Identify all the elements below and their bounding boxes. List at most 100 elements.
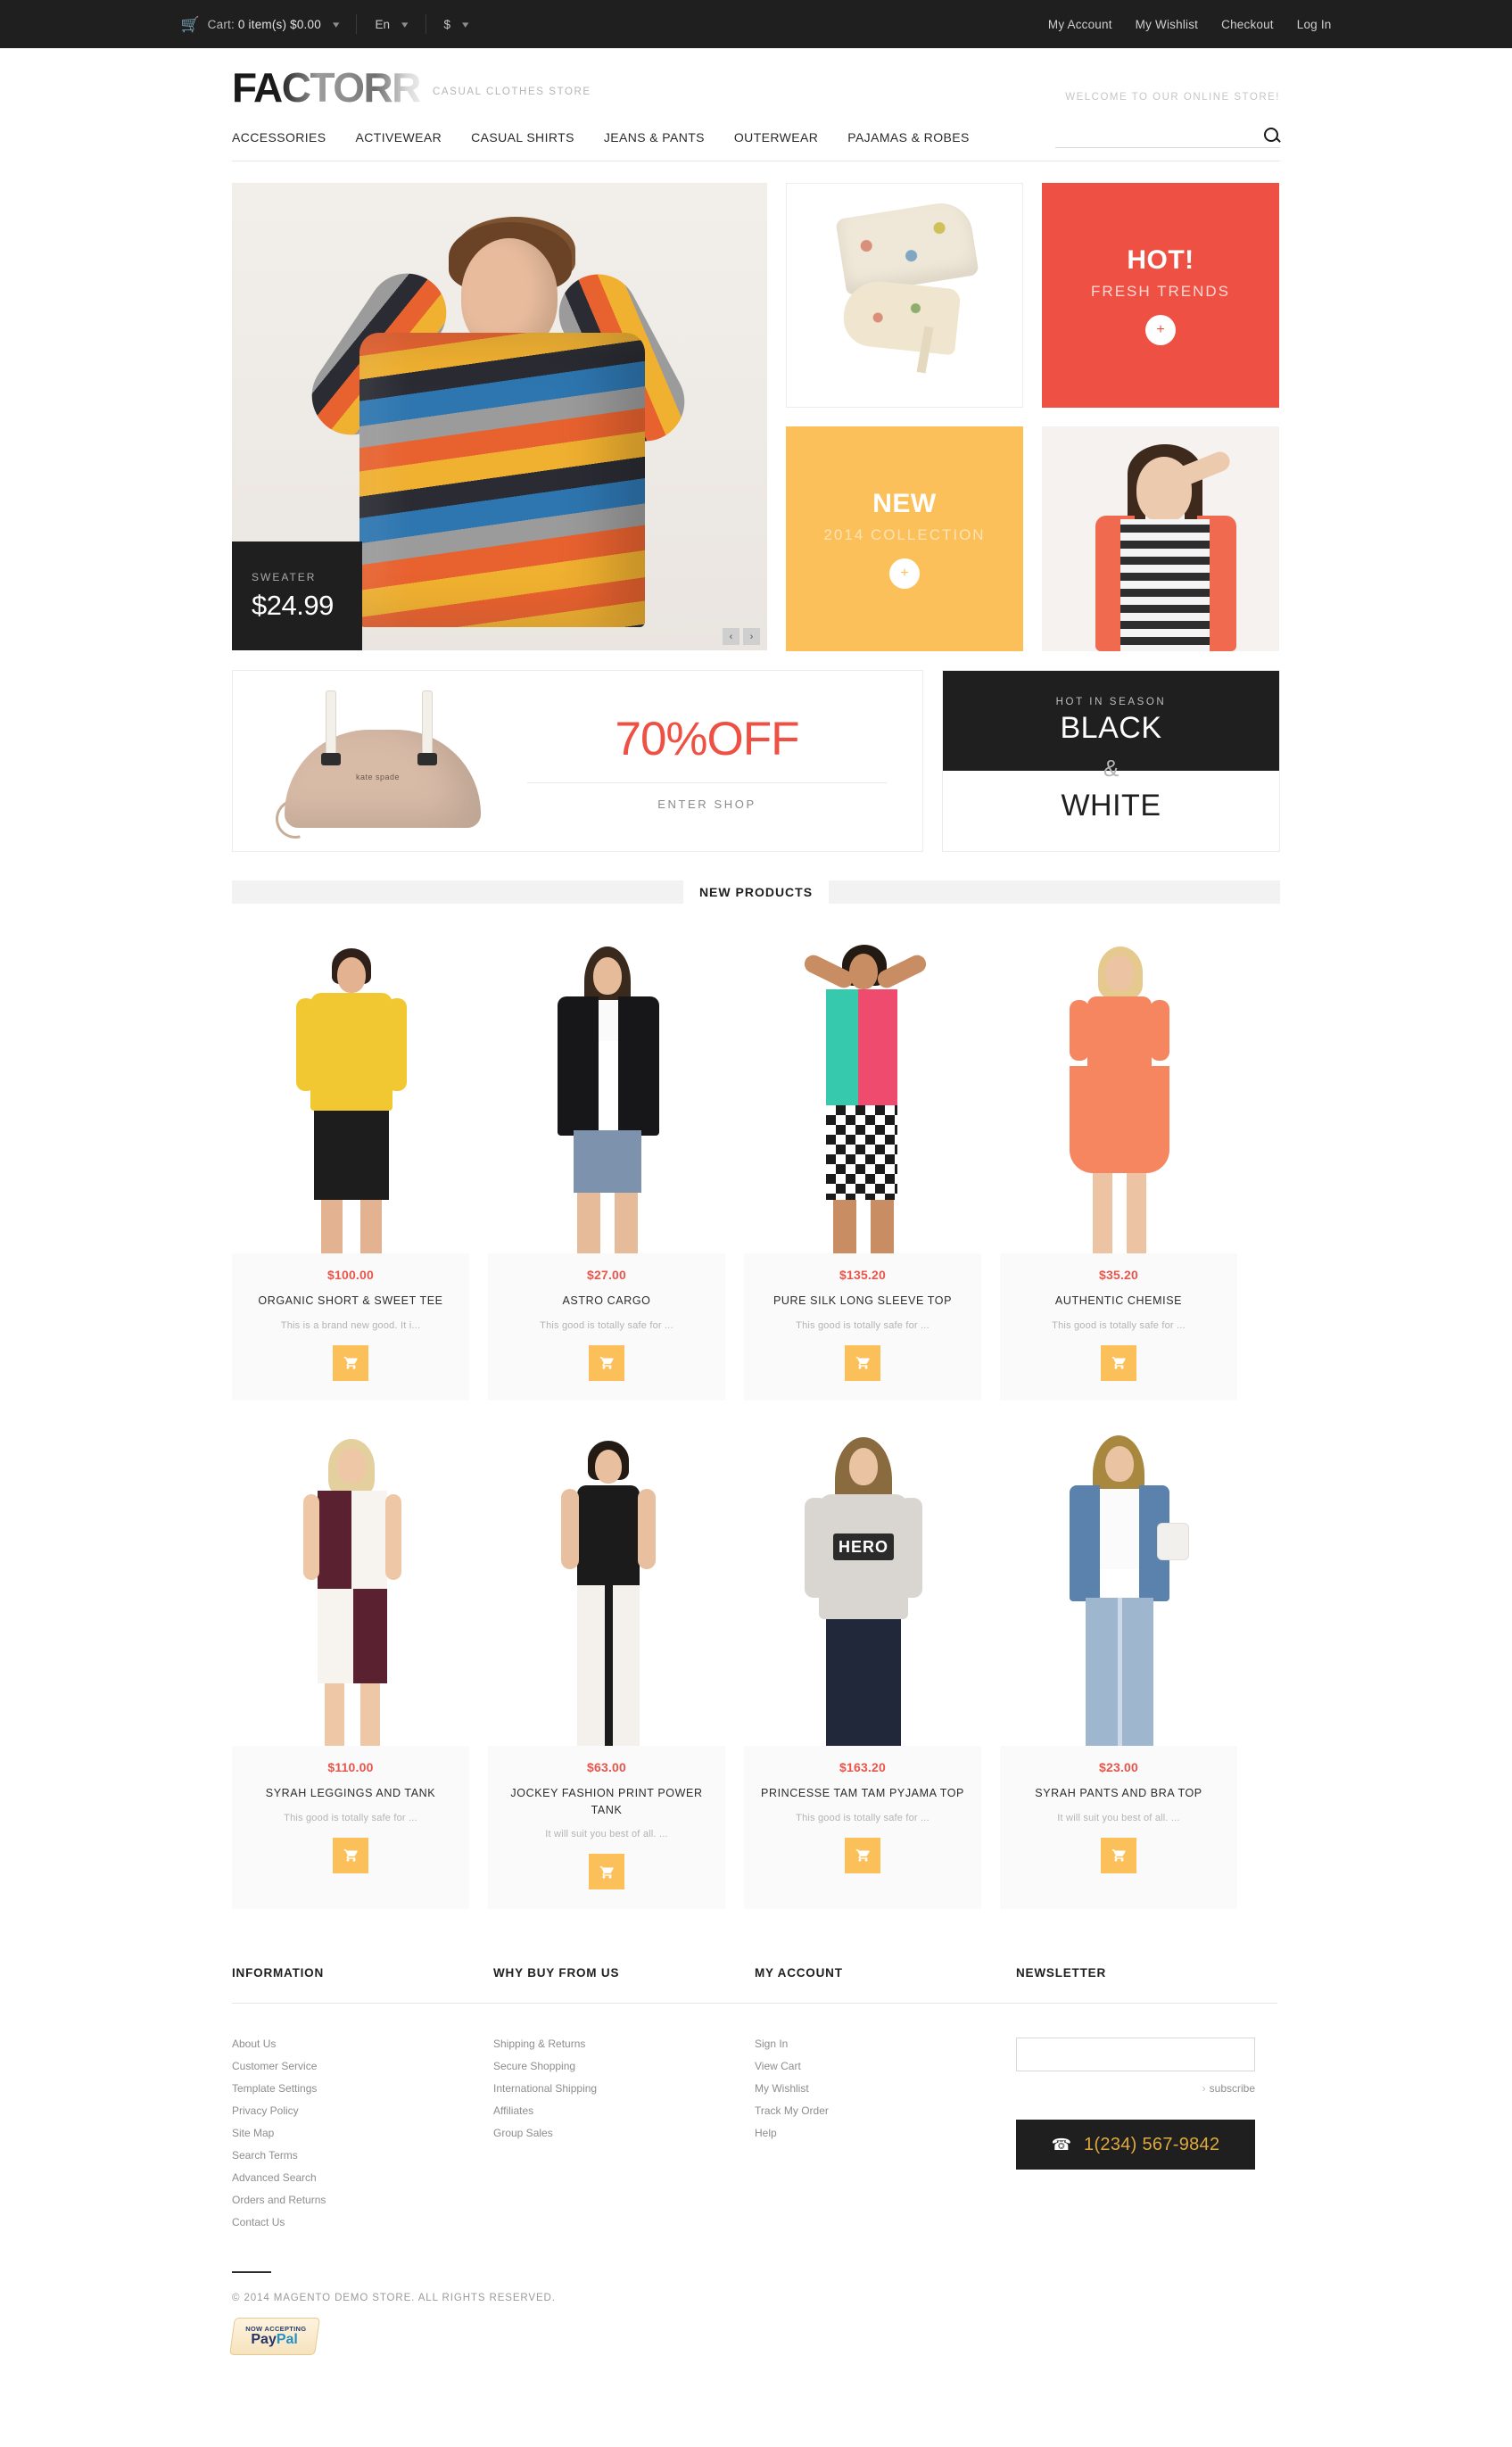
footer-link-advanced-search[interactable]: Advanced Search — [232, 2171, 493, 2184]
tile-new-collection[interactable]: NEW 2014 COLLECTION + — [786, 426, 1023, 651]
footer-link-view-cart[interactable]: View Cart — [755, 2060, 1016, 2072]
footer-link-my-wishlist[interactable]: My Wishlist — [755, 2082, 1016, 2095]
product-price: $23.00 — [1098, 1759, 1139, 1774]
language-selector[interactable]: En ▾ — [375, 17, 408, 31]
slider-prev-button[interactable]: ‹ — [723, 628, 739, 645]
promo-cta[interactable]: ENTER SHOP — [657, 798, 756, 811]
footer-link-site-map[interactable]: Site Map — [232, 2127, 493, 2139]
product-image[interactable] — [1000, 1418, 1237, 1746]
add-to-cart-button[interactable] — [333, 1344, 368, 1381]
paypal-word-pay: Pay — [251, 2332, 277, 2348]
footer-link-template-settings[interactable]: Template Settings — [232, 2082, 493, 2095]
product-name[interactable]: ASTRO CARGO — [497, 1293, 716, 1310]
currency-selector[interactable]: $ ▾ — [443, 17, 469, 31]
slider-next-button[interactable]: › — [743, 628, 760, 645]
hero-slider[interactable]: SWEATER $24.99 ‹ › — [232, 183, 767, 650]
footer-link-affiliates[interactable]: Affiliates — [493, 2104, 755, 2117]
footer-link-secure-shopping[interactable]: Secure Shopping — [493, 2060, 755, 2072]
product-card[interactable]: HERO $163.20 PRINCESSE TAM TAM PYJAMA TO… — [744, 1418, 981, 1910]
tile-hot-fresh-trends[interactable]: HOT! FRESH TRENDS + — [1042, 183, 1279, 408]
nav-item-casual-shirts[interactable]: CASUAL SHIRTS — [471, 130, 574, 145]
product-image[interactable] — [744, 927, 981, 1253]
product-card[interactable]: $27.00 ASTRO CARGO This good is totally … — [488, 927, 725, 1401]
footer-link-group-sales[interactable]: Group Sales — [493, 2127, 755, 2139]
tile-hot-plus-icon[interactable]: + — [1145, 315, 1176, 345]
product-card[interactable]: $23.00 SYRAH PANTS AND BRA TOP It will s… — [1000, 1418, 1237, 1910]
product-image[interactable] — [232, 927, 469, 1253]
product-name[interactable]: JOCKEY FASHION PRINT POWER TANK — [497, 1785, 716, 1819]
product-card[interactable]: $63.00 JOCKEY FASHION PRINT POWER TANK I… — [488, 1418, 725, 1910]
add-to-cart-button[interactable] — [845, 1837, 880, 1873]
subscribe-label: subscribe — [1209, 2082, 1255, 2096]
newsletter-email-input[interactable] — [1016, 2038, 1255, 2072]
product-card[interactable]: $135.20 PURE SILK LONG SLEEVE TOP This g… — [744, 927, 981, 1401]
footer-link-privacy-policy[interactable]: Privacy Policy — [232, 2104, 493, 2117]
product-card[interactable]: $110.00 SYRAH LEGGINGS AND TANK This goo… — [232, 1418, 469, 1910]
cart-label: Cart: — [207, 17, 235, 31]
search-input[interactable] — [1055, 128, 1263, 142]
add-to-cart-button[interactable] — [589, 1854, 624, 1890]
tile-new-plus-icon[interactable]: + — [889, 558, 920, 589]
link-checkout[interactable]: Checkout — [1221, 18, 1274, 31]
top-bar: 🛒 Cart: 0 item(s) $0.00 ▾ En ▾ $ ▾ My Ac… — [0, 0, 1512, 48]
tile-shoes-image[interactable] — [786, 183, 1023, 408]
footer-link-help[interactable]: Help — [755, 2127, 1016, 2139]
nav-item-activewear[interactable]: ACTIVEWEAR — [356, 130, 442, 145]
add-to-cart-button[interactable] — [845, 1344, 880, 1381]
nav-item-accessories[interactable]: ACCESSORIES — [232, 130, 326, 145]
tile-new-title: NEW — [872, 489, 937, 518]
divider — [527, 781, 887, 783]
product-image[interactable] — [488, 1418, 725, 1746]
product-card[interactable]: $35.20 AUTHENTIC CHEMISE This good is to… — [1000, 927, 1237, 1401]
product-image[interactable]: HERO — [744, 1418, 981, 1746]
footer-link-about-us[interactable]: About Us — [232, 2038, 493, 2050]
footer-link-sign-in[interactable]: Sign In — [755, 2038, 1016, 2050]
product-image[interactable] — [1000, 927, 1237, 1253]
cart-chevron-down-icon[interactable]: ▾ — [333, 19, 339, 30]
tile-model-image[interactable] — [1042, 426, 1279, 651]
page-title: NEW PRODUCTS — [698, 885, 814, 899]
product-name[interactable]: SYRAH LEGGINGS AND TANK — [241, 1785, 460, 1802]
footer-link-shipping-returns[interactable]: Shipping & Returns — [493, 2038, 755, 2050]
add-to-cart-button[interactable] — [1101, 1837, 1136, 1873]
promo-sale-banner[interactable]: kate spade 70%OFF ENTER SHOP — [232, 670, 923, 852]
site-footer: INFORMATION About Us Customer Service Te… — [229, 1966, 1280, 2356]
product-name[interactable]: AUTHENTIC CHEMISE — [1009, 1293, 1228, 1310]
search-icon[interactable] — [1263, 127, 1280, 144]
logo-block[interactable]: FACTORR CASUAL CLOTHES STORE — [232, 67, 591, 108]
footer-link-international-shipping[interactable]: International Shipping — [493, 2082, 755, 2095]
hero-product-label: SWEATER — [252, 570, 317, 583]
product-card[interactable]: $100.00 ORGANIC SHORT & SWEET TEE This i… — [232, 927, 469, 1401]
language-value: En — [375, 17, 390, 31]
product-name[interactable]: PRINCESSE TAM TAM PYJAMA TOP — [753, 1785, 972, 1802]
chevron-right-icon: › — [1202, 2082, 1206, 2096]
product-name[interactable]: ORGANIC SHORT & SWEET TEE — [241, 1293, 460, 1310]
nav-item-outerwear[interactable]: OUTERWEAR — [734, 130, 818, 145]
cart-icon — [343, 1357, 358, 1369]
add-to-cart-button[interactable] — [333, 1837, 368, 1873]
hero-product-price: $24.99 — [252, 589, 334, 621]
cart-summary[interactable]: Cart: 0 item(s) $0.00 — [208, 18, 321, 31]
section-bar-left — [232, 880, 683, 904]
link-my-wishlist[interactable]: My Wishlist — [1136, 18, 1198, 31]
product-name[interactable]: SYRAH PANTS AND BRA TOP — [1009, 1785, 1228, 1802]
currency-value: $ — [443, 17, 451, 31]
nav-item-jeans-pants[interactable]: JEANS & PANTS — [604, 130, 705, 145]
product-image[interactable] — [232, 1418, 469, 1746]
footer-link-customer-service[interactable]: Customer Service — [232, 2060, 493, 2072]
link-log-in[interactable]: Log In — [1297, 18, 1332, 31]
top-bar-left: 🛒 Cart: 0 item(s) $0.00 ▾ En ▾ $ ▾ — [181, 14, 469, 34]
add-to-cart-button[interactable] — [1101, 1344, 1136, 1381]
contact-phone-button[interactable]: ☎ 1(234) 567-9842 — [1016, 2120, 1255, 2170]
nav-item-pajamas-robes[interactable]: PAJAMAS & ROBES — [847, 130, 969, 145]
product-image[interactable] — [488, 927, 725, 1253]
product-name[interactable]: PURE SILK LONG SLEEVE TOP — [753, 1293, 972, 1310]
newsletter-subscribe-button[interactable]: › subscribe — [1016, 2082, 1255, 2095]
promo-black-white-banner[interactable]: HOT IN SEASON BLACK & WHITE — [942, 670, 1280, 852]
footer-link-track-my-order[interactable]: Track My Order — [755, 2104, 1016, 2117]
footer-link-orders-and-returns[interactable]: Orders and Returns — [232, 2194, 493, 2206]
footer-link-search-terms[interactable]: Search Terms — [232, 2149, 493, 2162]
add-to-cart-button[interactable] — [589, 1344, 624, 1381]
footer-link-contact-us[interactable]: Contact Us — [232, 2216, 493, 2228]
link-my-account[interactable]: My Account — [1048, 18, 1112, 31]
